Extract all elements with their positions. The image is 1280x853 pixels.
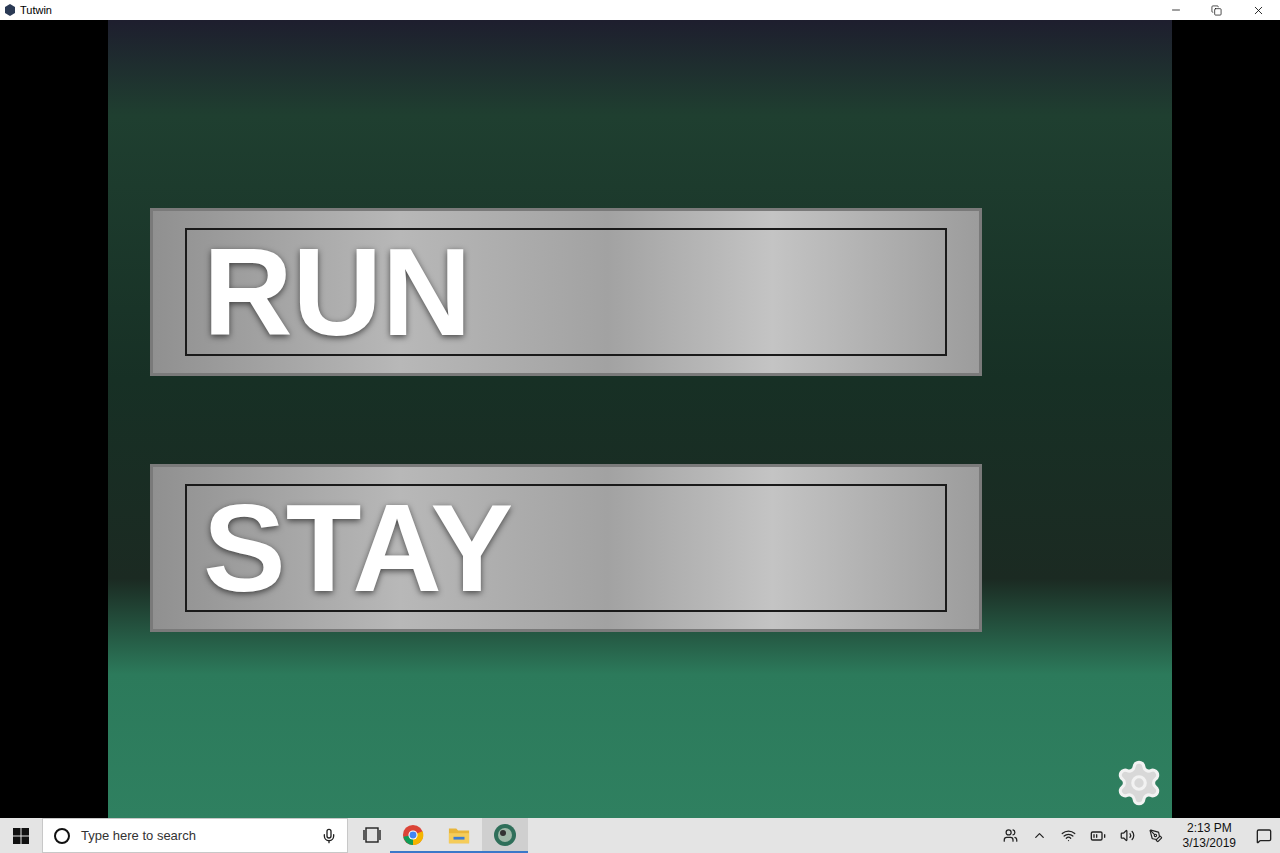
minimize-icon [1170, 4, 1182, 16]
system-tray: 2:13 PM3/13/2019 [1003, 818, 1280, 853]
app-logo-icon [4, 4, 16, 16]
pen-icon[interactable] [1149, 829, 1163, 843]
chrome-icon [402, 824, 424, 846]
folder-icon [448, 825, 470, 845]
window-content: RUN STAY [0, 20, 1280, 818]
taskbar-apps [348, 818, 528, 853]
volume-icon[interactable] [1120, 828, 1135, 843]
taskbar: Type here to search 2:13 PM3/13/2019 [0, 818, 1280, 853]
taskbar-app[interactable] [390, 818, 436, 853]
clock-date: 3/13/2019 [1183, 836, 1236, 851]
choice-button[interactable]: STAY [150, 464, 982, 632]
choice-label: STAY [203, 486, 513, 610]
show-hidden-icon[interactable] [1032, 828, 1047, 843]
choice-list: RUN STAY [108, 20, 1172, 632]
choice-label: RUN [203, 230, 472, 354]
gear-icon [1114, 758, 1164, 808]
battery-icon[interactable] [1090, 828, 1106, 844]
game-scene: RUN STAY [108, 20, 1172, 818]
window-title: Tutwin [20, 2, 52, 19]
minimize-button[interactable] [1156, 0, 1196, 20]
task-view-icon [363, 826, 381, 844]
people-icon[interactable] [1003, 828, 1018, 843]
choice-button[interactable]: RUN [150, 208, 982, 376]
wifi-icon[interactable] [1061, 828, 1076, 843]
close-icon [1252, 4, 1265, 17]
search-box[interactable]: Type here to search [42, 818, 348, 853]
clock-time: 2:13 PM [1187, 821, 1232, 836]
notifications-icon[interactable] [1256, 828, 1272, 844]
screen: Tutwin RUN STAY Type here to search 2:13 PM3… [0, 0, 1280, 853]
game-app-icon [493, 823, 517, 847]
restore-button[interactable] [1196, 0, 1236, 20]
microphone-icon [321, 828, 337, 844]
taskbar-app[interactable] [482, 818, 528, 853]
settings-button[interactable] [1112, 756, 1166, 810]
start-button[interactable] [0, 818, 42, 853]
taskbar-app[interactable] [436, 818, 482, 853]
close-button[interactable] [1236, 0, 1280, 20]
taskbar-app[interactable] [354, 818, 390, 853]
clock[interactable]: 2:13 PM3/13/2019 [1177, 821, 1242, 851]
restore-icon [1211, 5, 1222, 16]
title-bar: Tutwin [0, 0, 1280, 20]
cortana-icon [53, 827, 71, 845]
search-placeholder: Type here to search [81, 826, 311, 846]
windows-logo-icon [13, 828, 29, 844]
